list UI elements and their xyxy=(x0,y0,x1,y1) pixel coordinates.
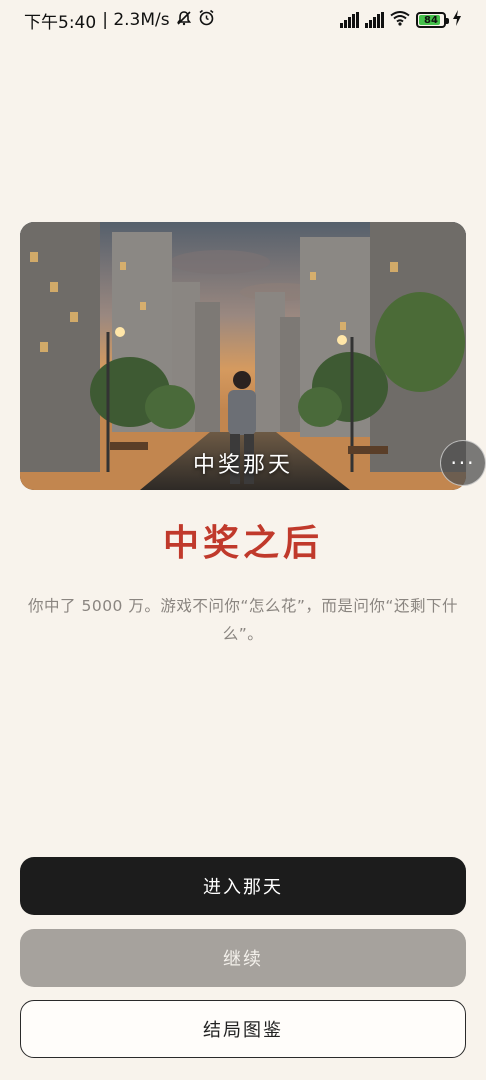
game-title: 中奖之后 xyxy=(162,523,323,564)
game-description: 你中了 5000 万。游戏不问你“怎么花”，而是问你“还剩下什么”。 xyxy=(28,597,458,643)
wifi-icon xyxy=(390,10,410,31)
network-speed: | 2.3M/s xyxy=(102,10,170,30)
more-options-button[interactable]: ··· xyxy=(440,440,486,486)
status-bar: 下午5:40 | 2.3M/s 84 xyxy=(0,0,486,40)
battery-level: 84 xyxy=(424,14,438,26)
battery-icon: 84 xyxy=(416,12,449,28)
signal-1-icon xyxy=(340,12,359,28)
more-dots-icon: ··· xyxy=(450,451,476,475)
endings-gallery-label: 结局图鉴 xyxy=(203,1020,283,1041)
enter-day-label: 进入那天 xyxy=(203,877,283,898)
endings-gallery-button[interactable]: 结局图鉴 xyxy=(20,1000,466,1058)
status-right: 84 xyxy=(340,9,462,31)
continue-label: 继续 xyxy=(223,949,263,970)
status-time: 下午5:40 xyxy=(24,12,97,33)
charging-icon xyxy=(452,9,462,31)
continue-button[interactable]: 继续 xyxy=(20,929,466,987)
hero-caption: 中奖那天 xyxy=(192,453,293,478)
hero-image-card[interactable]: 中奖那天 xyxy=(20,222,466,490)
mute-bell-icon xyxy=(176,10,192,31)
signal-2-icon xyxy=(365,12,384,28)
alarm-clock-icon xyxy=(198,9,215,31)
status-left: 下午5:40 | 2.3M/s xyxy=(24,8,215,33)
enter-day-button[interactable]: 进入那天 xyxy=(20,857,466,915)
